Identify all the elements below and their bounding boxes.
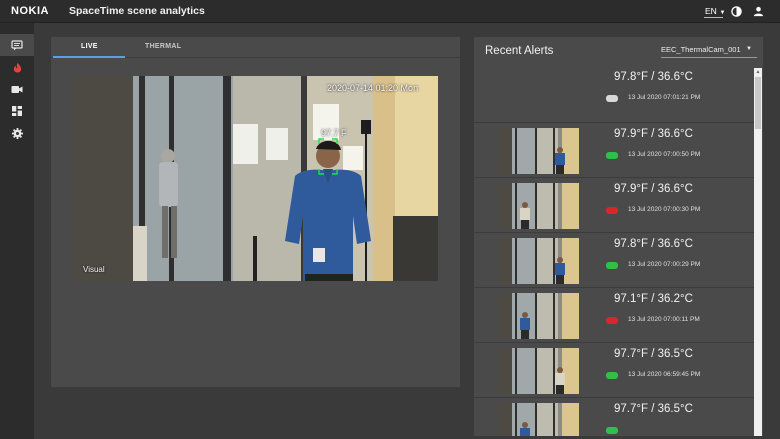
- language-underline: [704, 17, 723, 18]
- alert-item[interactable]: 97.9°F / 36.6°C 13 Jul 2020 07:00:30 PM: [474, 177, 754, 232]
- active-tab-indicator: [53, 56, 125, 58]
- alert-timestamp: 13 Jul 2020 07:01:21 PM: [628, 94, 701, 101]
- theme-toggle-icon[interactable]: [731, 6, 742, 17]
- alert-timestamp: 13 Jul 2020 07:00:30 PM: [628, 206, 701, 213]
- sidebar-item-settings[interactable]: [0, 122, 34, 144]
- language-selector[interactable]: EN ▼: [705, 6, 725, 16]
- alert-item[interactable]: 97.8°F / 36.6°C 13 Jul 2020 07:00:29 PM: [474, 232, 754, 287]
- alert-timestamp: 13 Jul 2020 07:00:29 PM: [628, 261, 701, 268]
- nokia-logo: NOKIA: [11, 5, 49, 17]
- alert-temperature: 97.8°F / 36.6°C: [614, 71, 693, 83]
- feed-tabs: LIVE THERMAL: [51, 37, 460, 58]
- chevron-down-icon: ▼: [746, 46, 752, 52]
- alert-snapshot-thumbnail[interactable]: [498, 293, 579, 339]
- alert-timestamp: 13 Jul 2020 06:59:45 PM: [628, 371, 701, 378]
- camera-select-value: EEC_ThermalCam_001: [661, 45, 741, 54]
- alert-temperature: 97.9°F / 36.6°C: [614, 128, 693, 140]
- scrollbar-thumb[interactable]: [755, 77, 761, 129]
- alert-temperature: 97.9°F / 36.6°C: [614, 183, 693, 195]
- alert-snapshot-thumbnail[interactable]: [498, 128, 579, 174]
- alert-status-indicator-icon: [606, 95, 618, 102]
- live-video-feed[interactable]: 2020-07-14 01:20 Mon 97.7 F Visual: [73, 76, 438, 281]
- alert-item[interactable]: 97.8°F / 36.6°C 13 Jul 2020 07:01:21 PM: [474, 66, 754, 121]
- sidebar: [0, 23, 34, 439]
- scroll-up-arrow-icon[interactable]: ▲: [754, 68, 762, 76]
- dashboard-icon: [12, 106, 22, 116]
- camera-select[interactable]: EEC_ThermalCam_001 ▼: [661, 45, 757, 54]
- alert-timestamp: 13 Jul 2020 07:00:50 PM: [628, 151, 701, 158]
- alert-snapshot-thumbnail[interactable]: [498, 238, 579, 284]
- alert-snapshot-thumbnail[interactable]: [498, 348, 579, 394]
- app-title: SpaceTime scene analytics: [69, 5, 205, 17]
- sidebar-item-alerts[interactable]: [0, 34, 34, 56]
- alert-temperature: 97.8°F / 36.6°C: [614, 238, 693, 250]
- alert-timestamp: 13 Jul 2020 07:00:11 PM: [628, 316, 700, 323]
- alert-status-indicator-icon: [606, 427, 618, 434]
- alert-item[interactable]: 97.9°F / 36.6°C 13 Jul 2020 07:00:50 PM: [474, 122, 754, 177]
- video-timestamp-overlay: 2020-07-14 01:20 Mon: [327, 83, 419, 93]
- tab-thermal[interactable]: THERMAL: [145, 43, 181, 50]
- alert-status-indicator-icon: [606, 317, 618, 324]
- alert-status-indicator-icon: [606, 152, 618, 159]
- alert-snapshot-thumbnail[interactable]: [498, 403, 579, 436]
- top-bar: NOKIA SpaceTime scene analytics EN ▼: [0, 0, 780, 23]
- alert-status-indicator-icon: [606, 207, 618, 214]
- alert-temperature: 97.7°F / 36.5°C: [614, 403, 693, 415]
- gear-icon: [11, 127, 23, 139]
- language-label: EN: [705, 6, 717, 16]
- camera-select-underline: [661, 57, 757, 58]
- sidebar-item-thermal[interactable]: [0, 56, 34, 78]
- sidebar-item-cameras[interactable]: [0, 78, 34, 100]
- user-account-icon[interactable]: [753, 6, 764, 17]
- recent-alerts-panel: Recent Alerts EEC_ThermalCam_001 ▼ 97.8°…: [474, 37, 763, 436]
- video-temperature-overlay: 97.7 F: [321, 128, 347, 138]
- video-camera-icon: [11, 85, 23, 93]
- sidebar-item-dashboard[interactable]: [0, 100, 34, 122]
- alert-status-indicator-icon: [606, 372, 618, 379]
- alert-status-indicator-icon: [606, 262, 618, 269]
- chevron-down-icon: ▼: [717, 10, 726, 16]
- camera-frame-image: [73, 76, 438, 281]
- message-icon: [11, 39, 23, 50]
- alerts-title: Recent Alerts: [485, 45, 554, 57]
- alert-temperature: 97.7°F / 36.5°C: [614, 348, 693, 360]
- alert-snapshot-thumbnail[interactable]: [498, 183, 579, 229]
- video-source-label: Visual: [83, 265, 105, 274]
- tab-live[interactable]: LIVE: [81, 43, 98, 50]
- fire-icon: [13, 62, 21, 73]
- alert-item[interactable]: 97.1°F / 36.2°C 13 Jul 2020 07:00:11 PM: [474, 287, 754, 342]
- alert-item[interactable]: 97.7°F / 36.5°C 13 Jul 2020 06:59:45 PM: [474, 342, 754, 397]
- alert-temperature: 97.1°F / 36.2°C: [614, 293, 693, 305]
- alert-item[interactable]: 97.7°F / 36.5°C: [474, 397, 754, 436]
